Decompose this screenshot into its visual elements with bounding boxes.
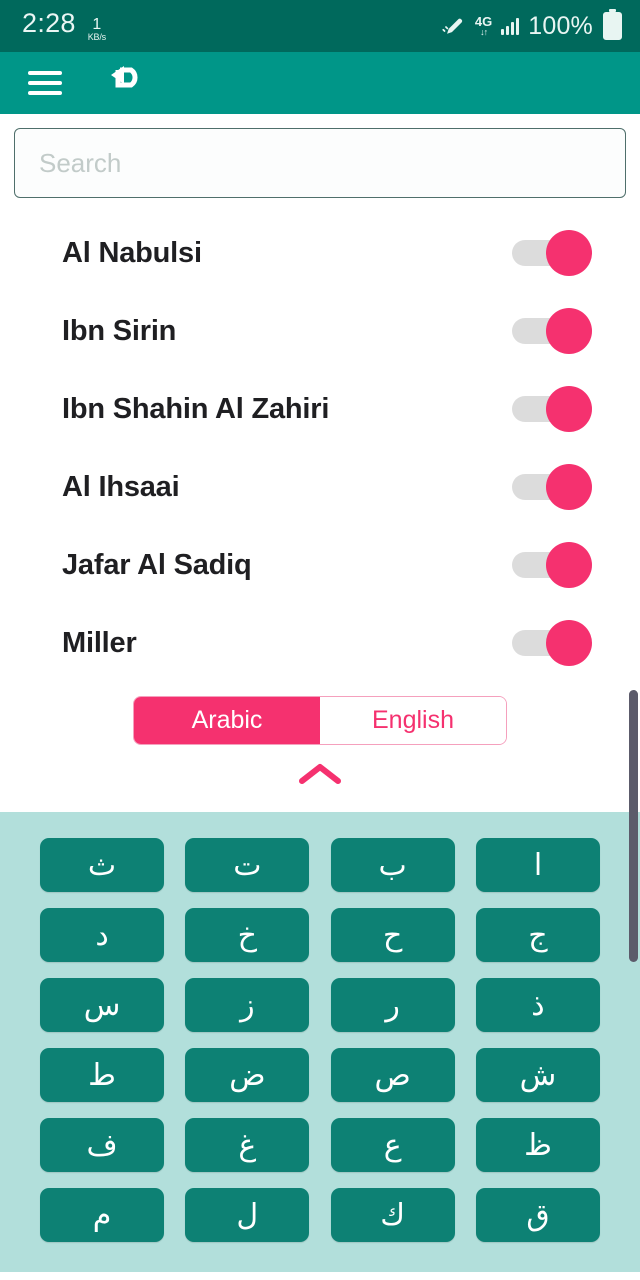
key-zain[interactable]: ز xyxy=(185,978,310,1032)
keyboard-row: ش ص ض ط xyxy=(40,1048,600,1102)
chevron-up-icon[interactable] xyxy=(297,761,343,792)
search-box[interactable] xyxy=(14,128,626,198)
list-item-label: Al Nabulsi xyxy=(62,236,202,269)
key-hah[interactable]: ح xyxy=(330,908,455,962)
key-ain[interactable]: ع xyxy=(330,1118,455,1172)
app-bar xyxy=(0,52,640,114)
undo-arrow-icon[interactable] xyxy=(104,63,148,104)
interpreter-list: Al Nabulsi Ibn Sirin Ibn Shahin Al Zahir… xyxy=(0,198,640,682)
search-section xyxy=(0,114,640,198)
key-khah[interactable]: خ xyxy=(185,908,310,962)
list-item-label: Ibn Shahin Al Zahiri xyxy=(62,392,330,425)
key-alef[interactable]: ا xyxy=(475,838,600,892)
pencil-icon xyxy=(440,11,466,42)
list-item[interactable]: Jafar Al Sadiq xyxy=(0,526,640,604)
list-item[interactable]: Ibn Sirin xyxy=(0,292,640,370)
key-ghain[interactable]: غ xyxy=(185,1118,310,1172)
keyboard-row: ظ ع غ ف xyxy=(40,1118,600,1172)
key-sheen[interactable]: ش xyxy=(475,1048,600,1102)
list-item-toggle[interactable] xyxy=(512,230,592,276)
list-item-toggle[interactable] xyxy=(512,386,592,432)
key-lam[interactable]: ل xyxy=(185,1188,310,1242)
language-option-english[interactable]: English xyxy=(320,697,506,744)
signal-bars-icon xyxy=(501,17,520,35)
language-segmented-control[interactable]: Arabic English xyxy=(133,696,507,745)
list-item[interactable]: Al Nabulsi xyxy=(0,214,640,292)
list-item-toggle[interactable] xyxy=(512,620,592,666)
key-dad[interactable]: ض xyxy=(185,1048,310,1102)
network-speed-value: 1 xyxy=(92,15,102,33)
list-item-toggle[interactable] xyxy=(512,308,592,354)
toggle-thumb xyxy=(546,464,592,510)
status-clock: 2:28 xyxy=(22,7,76,38)
language-toggle-row: Arabic English xyxy=(0,682,640,745)
status-bar: 2:28 1 KB/s 4G ↓↑ 100% xyxy=(0,0,640,52)
key-feh[interactable]: ف xyxy=(40,1118,164,1172)
list-item-toggle[interactable] xyxy=(512,542,592,588)
keyboard-row: ا ب ت ث xyxy=(40,838,600,892)
language-option-arabic[interactable]: Arabic xyxy=(134,697,320,744)
key-theh[interactable]: ث xyxy=(40,838,164,892)
list-item-label: Ibn Sirin xyxy=(62,314,177,347)
key-tah[interactable]: ط xyxy=(40,1048,164,1102)
key-reh[interactable]: ر xyxy=(330,978,455,1032)
keyboard-row: ذ ر ز س xyxy=(40,978,600,1032)
list-item-label: Al Ihsaai xyxy=(62,470,180,503)
key-sad[interactable]: ص xyxy=(330,1048,455,1102)
keyboard-row: ج ح خ د xyxy=(40,908,600,962)
network-speed-unit: KB/s xyxy=(87,31,106,42)
collapse-keyboard-row xyxy=(0,745,640,812)
key-thal[interactable]: ذ xyxy=(475,978,600,1032)
key-seen[interactable]: س xyxy=(40,978,164,1032)
network-speed-indicator: 1 KB/s xyxy=(87,15,106,42)
status-bar-left: 2:28 1 KB/s xyxy=(22,8,106,45)
list-item-label: Jafar Al Sadiq xyxy=(62,548,252,581)
list-item[interactable]: Al Ihsaai xyxy=(0,448,640,526)
battery-percent-label: 100% xyxy=(528,11,593,40)
hamburger-menu-icon[interactable] xyxy=(28,71,62,95)
key-zah[interactable]: ظ xyxy=(475,1118,600,1172)
key-qaf[interactable]: ق xyxy=(475,1188,600,1242)
toggle-thumb xyxy=(546,230,592,276)
arabic-keyboard: ا ب ت ث ج ح خ د ذ ر ز س ش ص ض ط ظ ع غ ف … xyxy=(0,812,640,1272)
list-item-label: Miller xyxy=(62,626,137,659)
key-beh[interactable]: ب xyxy=(330,838,455,892)
list-item[interactable]: Miller xyxy=(0,604,640,682)
status-bar-right: 4G ↓↑ 100% xyxy=(440,9,622,42)
vertical-scrollbar[interactable] xyxy=(629,690,638,962)
key-meem[interactable]: م xyxy=(40,1188,164,1242)
network-traffic-arrows: ↓↑ xyxy=(480,27,488,37)
battery-full-icon xyxy=(603,9,622,40)
keyboard-row: ق ك ل م xyxy=(40,1188,600,1242)
list-item-toggle[interactable] xyxy=(512,464,592,510)
toggle-thumb xyxy=(546,308,592,354)
key-dal[interactable]: د xyxy=(40,908,164,962)
toggle-thumb xyxy=(546,386,592,432)
network-type-icon: 4G ↓↑ xyxy=(475,15,492,37)
toggle-thumb xyxy=(546,542,592,588)
search-input[interactable] xyxy=(37,146,603,180)
key-kaf[interactable]: ك xyxy=(330,1188,455,1242)
toggle-thumb xyxy=(546,620,592,666)
key-jeem[interactable]: ج xyxy=(475,908,600,962)
list-item[interactable]: Ibn Shahin Al Zahiri xyxy=(0,370,640,448)
key-teh[interactable]: ت xyxy=(185,838,310,892)
